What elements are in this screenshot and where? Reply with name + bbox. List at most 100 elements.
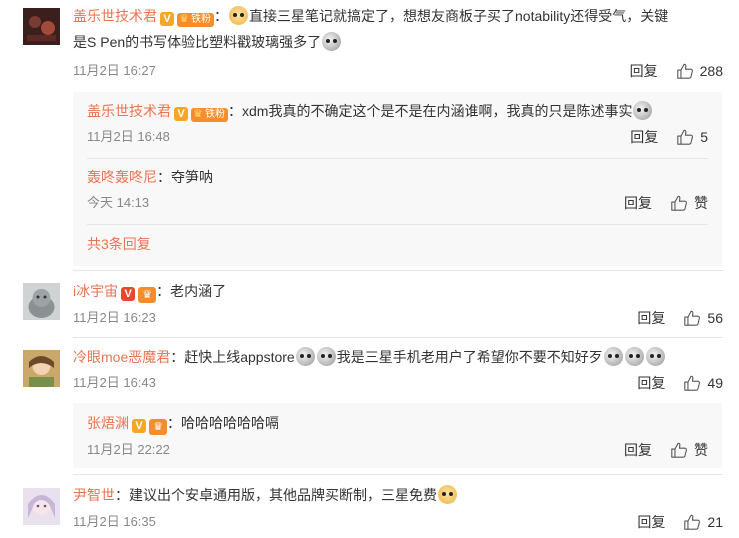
cry-emoji-icon	[295, 347, 315, 366]
divider	[73, 337, 723, 338]
divider	[87, 224, 708, 225]
comment: 冷眼moe恶魔君：赶快上线appstore 我是三星手机老用户了希望你不要不知好歹…	[0, 342, 739, 402]
avatar[interactable]	[23, 488, 60, 525]
comment-text: 盖乐世技术君V铁粉：直接三星笔记就搞定了，想想友商板子买了notability还…	[73, 3, 723, 55]
dog-emoji-icon	[438, 485, 457, 504]
fan-badge: 铁粉	[191, 107, 228, 122]
cry-emoji-icon	[645, 347, 665, 366]
thumbs-up-icon	[670, 194, 688, 212]
crown-badge-icon: ♛	[149, 419, 167, 435]
like-button[interactable]: 56	[683, 308, 723, 328]
reply-text: 轰咚轰咚尼：夺笋呐	[87, 169, 213, 185]
cry-emoji-icon	[603, 347, 623, 366]
username-link[interactable]: 张焐渊	[87, 415, 129, 431]
divider	[73, 474, 723, 475]
like-count: 21	[707, 514, 723, 530]
like-count: 5	[700, 129, 708, 145]
timestamp: 今天 14:13	[87, 195, 150, 210]
username-link[interactable]: 冷眼moe恶魔君	[73, 349, 170, 365]
crown-badge-icon: ♛	[138, 287, 157, 303]
reply-body: 哈哈哈哈哈哈嗝	[181, 415, 279, 431]
comment: 盖乐世技术君V铁粉：直接三星笔记就搞定了，想想友商板子买了notability还…	[0, 0, 739, 88]
cry-emoji-icon	[316, 347, 336, 366]
like-label: 赞	[694, 442, 708, 458]
timestamp: 11月2日 16:35	[73, 514, 156, 529]
comment-text: 尹智世：建议出个安卓通用版，其他品牌买断制，三星免费	[73, 482, 723, 508]
like-count: 56	[707, 310, 723, 326]
comment-body-cont: 我是三星手机老用户了希望你不要不知好歹	[336, 349, 603, 365]
reply-button[interactable]: 回复	[637, 308, 665, 328]
reply-item: 盖乐世技术君V铁粉：xdm我真的不确定这个是不是在内涵谁啊，我真的只是陈述事实 …	[73, 92, 722, 156]
like-count: 288	[699, 63, 723, 79]
reply-actions: 回复 赞	[624, 440, 708, 460]
like-button[interactable]: 21	[683, 512, 723, 532]
comment-body: 老内涵了	[170, 283, 227, 299]
view-all-replies-link[interactable]: 共3条回复	[87, 234, 151, 254]
reply-button[interactable]: 回复	[630, 61, 658, 81]
reply-actions: 回复 5	[630, 127, 708, 147]
comment-actions: 回复 56	[637, 308, 723, 328]
verified-icon: V	[160, 12, 174, 26]
avatar[interactable]	[23, 350, 60, 387]
cry-emoji-icon	[633, 101, 653, 120]
thumbs-up-icon	[676, 62, 694, 80]
thumbs-up-icon	[676, 128, 694, 146]
thumbs-up-icon	[683, 374, 701, 392]
cry-emoji-icon	[624, 347, 644, 366]
cry-emoji-icon	[322, 32, 342, 51]
reply-actions: 回复 赞	[624, 193, 708, 213]
timestamp: 11月2日 16:43	[73, 375, 156, 390]
comment: i冰宇宙 V ♛ ：老内涵了 11月2日 16:23 回复 56	[0, 276, 739, 334]
reply-button[interactable]: 回复	[624, 193, 652, 213]
thumbs-up-icon	[683, 513, 701, 531]
username-link[interactable]: 盖乐世技术君	[73, 8, 157, 24]
verified-icon: V	[121, 287, 136, 301]
comment-body: 赶快上线appstore	[184, 349, 295, 365]
like-label: 赞	[694, 195, 708, 211]
comment-body: 直接三星笔记就搞定了，想想友商板子买了notability还得受气，关键	[249, 8, 669, 24]
dog-emoji-icon	[229, 6, 248, 25]
comment-body-cont: 是S Pen的书写体验比塑料戳玻璃强多了	[73, 34, 322, 50]
like-button[interactable]: 赞	[670, 193, 708, 213]
username-link[interactable]: i冰宇宙	[73, 283, 118, 299]
timestamp: 11月2日 16:48	[87, 129, 170, 144]
username-link[interactable]: 盖乐世技术君	[87, 103, 171, 119]
verified-icon: V	[132, 419, 146, 433]
comment-actions: 回复 49	[637, 373, 723, 393]
like-button[interactable]: 49	[683, 373, 723, 393]
fan-badge: 铁粉	[177, 12, 214, 27]
divider	[73, 270, 723, 271]
like-button[interactable]: 5	[676, 127, 708, 147]
comment-actions: 回复 288	[630, 61, 723, 81]
like-count: 49	[707, 375, 723, 391]
thumbs-up-icon	[683, 309, 701, 327]
username-link[interactable]: 轰咚轰咚尼	[87, 169, 157, 185]
timestamp: 11月2日 16:27	[73, 63, 156, 78]
reply-text: 张焐渊 V ♛ ：哈哈哈哈哈哈嗝	[87, 415, 279, 435]
divider	[87, 158, 708, 159]
timestamp: 11月2日 22:22	[87, 442, 170, 457]
username-link[interactable]: 尹智世	[73, 487, 115, 503]
reply-text: 盖乐世技术君V铁粉：xdm我真的不确定这个是不是在内涵谁啊，我真的只是陈述事实	[87, 98, 708, 124]
reply-item: 轰咚轰咚尼：夺笋呐 今天 14:13 回复 赞	[73, 162, 722, 222]
reply-body: 夺笋呐	[171, 169, 213, 185]
like-button[interactable]: 赞	[670, 440, 708, 460]
reply-button[interactable]: 回复	[624, 440, 652, 460]
avatar[interactable]	[23, 283, 60, 320]
like-button[interactable]: 288	[676, 61, 723, 81]
reply-button[interactable]: 回复	[630, 127, 658, 147]
comment-actions: 回复 21	[637, 512, 723, 532]
comment-body: 建议出个安卓通用版，其他品牌买断制，三星免费	[129, 487, 437, 503]
reply-item: 张焐渊 V ♛ ：哈哈哈哈哈哈嗝 11月2日 22:22 回复 赞	[73, 403, 722, 468]
avatar[interactable]	[23, 8, 60, 45]
reply-button[interactable]: 回复	[637, 373, 665, 393]
replies-box: 张焐渊 V ♛ ：哈哈哈哈哈哈嗝 11月2日 22:22 回复 赞	[73, 403, 722, 468]
reply-button[interactable]: 回复	[637, 512, 665, 532]
comment: 尹智世：建议出个安卓通用版，其他品牌买断制，三星免费 11月2日 16:35 回…	[0, 480, 739, 538]
thumbs-up-icon	[670, 441, 688, 459]
verified-icon: V	[174, 107, 188, 121]
reply-body: xdm我真的不确定这个是不是在内涵谁啊，我真的只是陈述事实	[242, 103, 633, 119]
comment-text: 冷眼moe恶魔君：赶快上线appstore 我是三星手机老用户了希望你不要不知好歹	[73, 344, 723, 370]
comment-text: i冰宇宙 V ♛ ：老内涵了	[73, 283, 227, 303]
replies-box: 盖乐世技术君V铁粉：xdm我真的不确定这个是不是在内涵谁啊，我真的只是陈述事实 …	[73, 92, 722, 266]
